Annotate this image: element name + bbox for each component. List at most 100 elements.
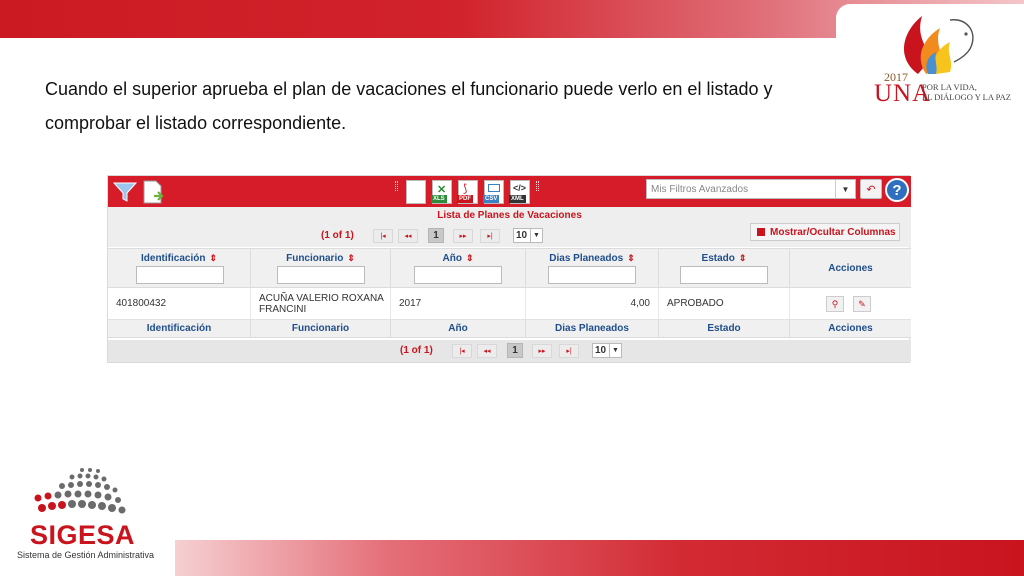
help-button[interactable]: ? xyxy=(885,178,909,202)
filter-input-dias[interactable] xyxy=(548,266,636,284)
rows-per-page-value: 10 xyxy=(516,230,528,241)
cell-identificacion: 401800432 xyxy=(108,288,251,319)
column-header-anio[interactable]: Año ⇕ xyxy=(391,249,526,287)
sigesa-logo: SIGESA Sistema de Gestión Administrativa xyxy=(12,466,162,566)
cell-funcionario: ACUÑA VALERIO ROXANA FRANCINI xyxy=(251,288,391,319)
blank-document-icon[interactable] xyxy=(405,179,427,204)
footer-dias: Dias Planeados xyxy=(526,320,659,337)
column-label: Acciones xyxy=(828,263,873,274)
sort-icon[interactable]: ⇕ xyxy=(627,253,635,263)
column-label: Dias Planeados xyxy=(549,253,624,264)
page-status: (1 of 1) xyxy=(400,345,433,356)
toolbar-separator xyxy=(536,181,539,191)
last-page-icon[interactable]: ▸| xyxy=(559,344,579,358)
export-xml-icon[interactable]: </> XML xyxy=(508,179,532,204)
magnifier-icon: ⚲ xyxy=(831,298,839,309)
sigesa-dots-icon xyxy=(34,468,126,514)
csv-tag: CSV xyxy=(483,194,500,203)
sort-icon[interactable]: ⇕ xyxy=(209,253,217,263)
rows-per-page-select[interactable]: 10 ▼ xyxy=(513,228,543,243)
export-csv-icon[interactable]: CSV xyxy=(482,179,506,204)
filter-icon[interactable] xyxy=(112,179,138,204)
chevron-down-icon[interactable]: ▼ xyxy=(835,180,855,198)
chevron-down-icon: ▼ xyxy=(530,229,542,242)
toggle-columns-button[interactable]: Mostrar/Ocultar Columnas xyxy=(750,223,900,241)
footer-label: Acciones xyxy=(828,323,873,334)
footer-funcionario: Funcionario xyxy=(251,320,391,337)
view-button[interactable]: ⚲ xyxy=(826,296,844,312)
filter-input-identificacion[interactable] xyxy=(136,266,224,284)
export-xls-icon[interactable]: ✕ XLS xyxy=(430,179,454,204)
table-toolbar: ✕ XLS ⟆ PDF CSV </> XML Mis Filtros Avanzad… xyxy=(108,176,911,207)
rows-per-page-select[interactable]: 10 ▼ xyxy=(592,343,622,358)
next-page-icon[interactable]: ▸▸ xyxy=(532,344,552,358)
chevron-down-icon: ▼ xyxy=(609,344,621,357)
column-header-identificacion[interactable]: Identificación ⇕ xyxy=(108,249,251,287)
footer-anio: Año xyxy=(391,320,526,337)
table-footer: Identificación Funcionario Año Dias Plan… xyxy=(108,320,911,338)
advanced-filters-select[interactable]: Mis Filtros Avanzados ▼ xyxy=(646,179,856,199)
footer-label: Identificación xyxy=(146,323,212,334)
prev-page-icon[interactable]: ◂◂ xyxy=(477,344,497,358)
footer-acciones: Acciones xyxy=(790,320,911,337)
column-label: Estado xyxy=(701,253,735,264)
first-page-icon[interactable]: |◂ xyxy=(452,344,472,358)
column-header-dias[interactable]: Dias Planeados ⇕ xyxy=(526,249,659,287)
column-label: Funcionario xyxy=(286,253,344,264)
sigesa-wordmark: SIGESA xyxy=(30,520,136,550)
last-page-icon[interactable]: ▸| xyxy=(480,229,500,243)
toggle-columns-label: Mostrar/Ocultar Columnas xyxy=(770,226,896,238)
cell-dias: 4,00 xyxy=(526,288,659,319)
una-tagline-2: EL DIÁLOGO Y LA PAZ xyxy=(922,92,1011,102)
current-page-button[interactable]: 1 xyxy=(428,228,444,243)
sort-icon[interactable]: ⇕ xyxy=(347,253,355,263)
footer-label: Dias Planeados xyxy=(555,323,629,334)
table-row[interactable]: 401800432 ACUÑA VALERIO ROXANA FRANCINI … xyxy=(108,288,911,320)
sort-icon[interactable]: ⇕ xyxy=(739,253,747,263)
column-label: Año xyxy=(442,253,462,264)
una-logo: 2017 UNA POR LA VIDA, EL DIÁLOGO Y LA PA… xyxy=(866,8,1014,108)
back-button[interactable]: ↶ xyxy=(860,179,882,199)
bottom-paginator: (1 of 1) |◂ ◂◂ 1 ▸▸ ▸| 10 ▼ xyxy=(108,340,911,362)
prev-page-icon[interactable]: ◂◂ xyxy=(398,229,418,243)
footer-label: Estado xyxy=(707,323,741,334)
new-document-icon[interactable] xyxy=(140,179,166,204)
column-header-acciones: Acciones xyxy=(790,249,911,287)
current-page-button[interactable]: 1 xyxy=(507,343,523,358)
advanced-filters-placeholder: Mis Filtros Avanzados xyxy=(651,183,749,195)
rows-per-page-value: 10 xyxy=(595,345,607,356)
filter-input-anio[interactable] xyxy=(414,266,502,284)
table-header: Identificación ⇕ Funcionario ⇕ Año ⇕ Dias P… xyxy=(108,248,911,288)
filter-input-estado[interactable] xyxy=(680,266,768,284)
cell-acciones: ⚲ ✎ xyxy=(790,288,911,319)
columns-icon xyxy=(757,228,765,236)
toolbar-separator xyxy=(395,181,398,191)
column-label: Identificación xyxy=(141,253,206,264)
cell-estado: APROBADO xyxy=(659,288,790,319)
sigesa-subtitle: Sistema de Gestión Administrativa xyxy=(17,550,155,560)
xls-tag: XLS xyxy=(431,194,447,203)
page-status: (1 of 1) xyxy=(321,230,354,241)
column-header-funcionario[interactable]: Funcionario ⇕ xyxy=(251,249,391,287)
edit-button[interactable]: ✎ xyxy=(853,296,871,312)
pencil-icon: ✎ xyxy=(858,298,866,309)
xml-tag: XML xyxy=(509,194,526,203)
una-flame-icon xyxy=(904,16,974,74)
sort-icon[interactable]: ⇕ xyxy=(466,253,474,263)
cell-anio: 2017 xyxy=(391,288,526,319)
slide-description: Cuando el superior aprueba el plan de va… xyxy=(45,79,773,133)
footer-identificacion: Identificación xyxy=(108,320,251,337)
una-tagline-1: POR LA VIDA, xyxy=(922,82,977,92)
undo-arrow-icon: ↶ xyxy=(866,183,876,196)
footer-label: Funcionario xyxy=(291,323,350,334)
vacation-plans-table: ✕ XLS ⟆ PDF CSV </> XML Mis Filtros Avanzad… xyxy=(107,175,911,363)
filter-input-funcionario[interactable] xyxy=(277,266,365,284)
first-page-icon[interactable]: |◂ xyxy=(373,229,393,243)
footer-estado: Estado xyxy=(659,320,790,337)
bottom-decorative-band xyxy=(170,540,1024,576)
next-page-icon[interactable]: ▸▸ xyxy=(453,229,473,243)
footer-label: Año xyxy=(448,323,468,334)
export-pdf-icon[interactable]: ⟆ PDF xyxy=(456,179,480,204)
column-header-estado[interactable]: Estado ⇕ xyxy=(659,249,790,287)
pdf-tag: PDF xyxy=(457,194,473,203)
